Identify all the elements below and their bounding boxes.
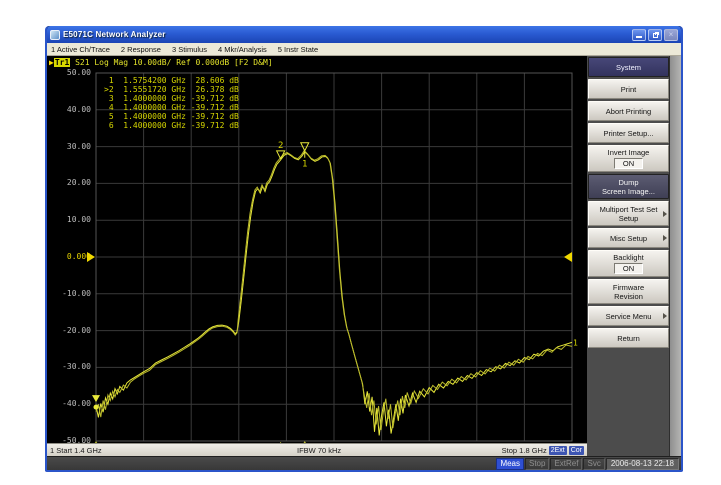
softkey-gutter [669, 56, 681, 456]
softkey-system[interactable]: System [588, 57, 669, 77]
trace-end-number: 1 [573, 338, 578, 347]
y-axis-tick-label: -30.00 [57, 362, 91, 371]
softkey-abort-printing[interactable]: Abort Printing [588, 101, 669, 121]
submenu-arrow-icon [663, 211, 667, 217]
y-axis-tick-label: -10.00 [57, 289, 91, 298]
clock-readout: 2006-08-13 22:18 [606, 458, 679, 470]
y-axis-tick-label: 10.00 [57, 215, 91, 224]
softkey-backlight[interactable]: BacklightON [588, 250, 669, 277]
extref-status-badge: ExtRef [550, 458, 582, 470]
softkey-dump-screen-image[interactable]: DumpScreen Image... [588, 174, 669, 199]
y-axis-tick-label: 20.00 [57, 178, 91, 187]
trace-format-text: S21 Log Mag 10.00dB/ Ref 0.000dB [F2 D&M… [70, 58, 272, 67]
ref-level-arrow-right-icon [564, 252, 572, 262]
minimize-button[interactable] [632, 29, 646, 41]
marker-readout-row: >2 1.5551720 GHz 26.378 dB [104, 85, 239, 94]
marker-readout-row: 4 1.4000000 GHz -39.712 dB [104, 103, 239, 112]
title-bar[interactable]: E5071C Network Analyzer × [47, 26, 681, 43]
stop-frequency: Stop 1.8 GHz [502, 446, 547, 455]
softkey-service-menu[interactable]: Service Menu [588, 306, 669, 326]
softkey-invert-image[interactable]: Invert ImageON [588, 145, 669, 172]
softkey-multiport-test-set-setup[interactable]: Multiport Test SetSetup [588, 201, 669, 226]
stop-status-badge: Stop [525, 458, 549, 470]
submenu-arrow-icon [663, 313, 667, 319]
app-window: E5071C Network Analyzer × 1 Active Ch/Tr… [45, 26, 683, 472]
menu-item-2[interactable]: 2 Response [121, 45, 161, 54]
marker-glyph-dot [94, 405, 99, 410]
display-area: ▶Tr1 S21 Log Mag 10.00dB/ Ref 0.000dB [F… [47, 56, 587, 456]
softkey-column: SystemPrintAbort PrintingPrinter Setup..… [587, 56, 669, 456]
softkey-print[interactable]: Print [588, 79, 669, 99]
softkey-return[interactable]: Return [588, 328, 669, 348]
y-axis-tick-label: -20.00 [57, 326, 91, 335]
menu-item-1[interactable]: 1 Active Ch/Trace [51, 45, 110, 54]
marker-readout-row: 5 1.4000000 GHz -39.712 dB [104, 112, 239, 121]
marker-readout-table: 1 1.5754200 GHz 28.606 dB>2 1.5551720 GH… [104, 76, 239, 130]
toggle-state: ON [614, 158, 643, 169]
softkey-printer-setup[interactable]: Printer Setup... [588, 123, 669, 143]
window-title: E5071C Network Analyzer [63, 30, 632, 39]
menu-item-5[interactable]: 5 Instr State [278, 45, 318, 54]
y-axis-tick-label: 40.00 [57, 105, 91, 114]
marker-readout-row: 6 1.4000000 GHz -39.712 dB [104, 121, 239, 130]
marker-glyph-filled [92, 395, 100, 402]
softkey-misc-setup[interactable]: Misc Setup [588, 228, 669, 248]
menu-item-4[interactable]: 4 Mkr/Analysis [218, 45, 267, 54]
restore-button[interactable] [648, 29, 662, 41]
ref-level-arrow-left-icon [87, 252, 95, 262]
y-axis-tick-label: 30.00 [57, 142, 91, 151]
menu-item-3[interactable]: 3 Stimulus [172, 45, 207, 54]
meas-status-badge: Meas [496, 458, 524, 470]
ifbw-readout: IFBW 70 kHz [297, 446, 341, 455]
start-frequency: 1 Start 1.4 GHz [50, 446, 102, 455]
marker-number-label: 1 [302, 160, 307, 170]
toggle-state: ON [614, 263, 643, 274]
marker-readout-row: 1 1.5754200 GHz 28.606 dB [104, 76, 239, 85]
y-axis-tick-label: -40.00 [57, 399, 91, 408]
close-icon: × [669, 30, 674, 39]
correction-badge: Cor [569, 446, 584, 455]
close-button[interactable]: × [664, 29, 678, 41]
menubar: 1 Active Ch/Trace 2 Response 3 Stimulus 4 M… [47, 43, 681, 56]
y-axis-tick-label: 50.00 [57, 68, 91, 77]
app-icon [50, 30, 60, 40]
y-axis-tick-label: 0.000 [57, 252, 91, 261]
channel-status-bar: 1 Start 1.4 GHz IFBW 70 kHz Stop 1.8 GHz… [47, 443, 587, 456]
submenu-arrow-icon [663, 235, 667, 241]
instrument-status-bar: Meas Stop ExtRef Svc 2006-08-13 22:18 [47, 456, 681, 470]
trace-label[interactable]: Tr1 [54, 58, 70, 67]
softkey-firmware-revision[interactable]: FirmwareRevision [588, 279, 669, 304]
ext-trigger-badge: 2Ext [549, 446, 567, 455]
softkey-sidebar: SystemPrintAbort PrintingPrinter Setup..… [587, 56, 681, 456]
marker-number-label: 2 [278, 141, 283, 151]
svc-status-badge: Svc [583, 458, 604, 470]
marker-readout-row: 3 1.4000000 GHz -39.712 dB [104, 94, 239, 103]
minimize-icon [636, 36, 642, 38]
